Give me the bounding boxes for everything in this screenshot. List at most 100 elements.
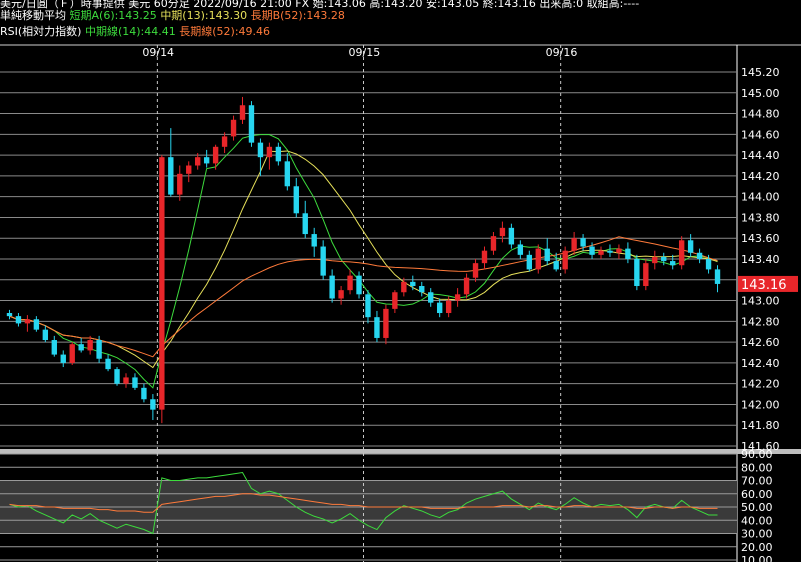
candle-body — [123, 377, 129, 384]
candle — [177, 165, 183, 201]
candle-body — [580, 238, 586, 247]
candle — [338, 286, 344, 305]
candle — [266, 142, 273, 170]
candle — [24, 315, 31, 332]
candle-body — [141, 387, 147, 400]
candle — [544, 238, 550, 266]
candle-body — [347, 275, 353, 291]
candle — [625, 242, 631, 264]
candle-body — [293, 186, 299, 214]
candle — [114, 367, 120, 386]
candles — [6, 96, 721, 424]
candle-body — [320, 246, 326, 276]
candle — [490, 231, 497, 255]
candle-body — [24, 319, 31, 324]
candle-body — [302, 213, 308, 235]
candle-body — [96, 340, 102, 359]
candle-body — [436, 302, 443, 314]
candle-body — [221, 136, 228, 147]
candle-body — [42, 329, 49, 341]
candle — [670, 254, 676, 270]
price-tick-label: 141.80 — [741, 419, 780, 432]
price-tick-label: 142.20 — [741, 378, 780, 391]
price-tick-label: 142.40 — [741, 357, 780, 370]
candle — [230, 115, 237, 141]
candle-body — [454, 294, 461, 301]
candle — [284, 153, 291, 191]
candle — [132, 373, 138, 390]
candle-body — [311, 234, 317, 247]
candle-body — [562, 250, 568, 270]
candle-body — [266, 146, 273, 158]
date-label: 09/14 — [142, 46, 174, 59]
candle-body — [598, 250, 604, 255]
candle — [535, 244, 541, 274]
candle — [616, 244, 622, 259]
candle-body — [705, 259, 712, 270]
candle — [392, 290, 398, 314]
candle — [481, 246, 488, 270]
candle-body — [526, 254, 532, 270]
candle — [42, 325, 49, 343]
candle-body — [508, 227, 515, 245]
candle — [356, 271, 362, 299]
candle-body — [517, 244, 524, 255]
price-tick-label: 142.80 — [741, 315, 780, 328]
date-label: 09/16 — [546, 46, 578, 59]
rsi-tick-label: 10.00 — [741, 554, 773, 562]
candle-body — [230, 119, 237, 137]
candle-body — [472, 263, 479, 278]
candle — [33, 316, 40, 332]
rsi-tick-label: 70.00 — [741, 475, 773, 488]
current-price-marker: 143.16 — [738, 275, 798, 293]
price-tick-label: 143.60 — [741, 232, 780, 245]
candle — [714, 265, 721, 293]
candle — [499, 221, 506, 243]
rsi-tick-label: 40.00 — [741, 514, 773, 527]
price-tick-label: 144.40 — [741, 149, 780, 162]
price-tick-label: 145.20 — [741, 66, 780, 79]
candle-body — [33, 319, 40, 330]
candle-body — [445, 300, 452, 314]
rsi-tick-label: 60.00 — [741, 488, 773, 501]
price-tick-label: 144.60 — [741, 128, 780, 141]
candle-body — [410, 281, 416, 287]
rsi-tick-label: 50.00 — [741, 501, 773, 514]
candle — [428, 288, 434, 307]
candle-body — [78, 344, 84, 351]
candle-body — [481, 250, 488, 264]
candle-body — [401, 281, 407, 293]
candle — [634, 254, 640, 291]
candle-body — [356, 275, 362, 295]
candle — [60, 350, 66, 368]
price-tick-label: 143.00 — [741, 295, 780, 308]
candle-body — [177, 173, 183, 195]
candle-body — [419, 286, 425, 293]
candle-body — [652, 256, 658, 264]
candle-body — [392, 292, 398, 309]
candle — [141, 383, 147, 403]
candle — [6, 309, 13, 320]
candle-body — [329, 275, 335, 299]
candle-body — [535, 248, 541, 270]
candle-body — [159, 157, 165, 410]
candle — [419, 281, 425, 297]
ma-long-line — [9, 236, 718, 358]
candle — [248, 101, 255, 147]
candle-body — [625, 248, 631, 259]
candle-body — [634, 259, 640, 287]
candle — [410, 275, 416, 291]
candle-body — [338, 290, 344, 299]
candle-body — [60, 354, 66, 363]
rsi-tick-label: 80.00 — [741, 461, 773, 474]
candle-body — [687, 240, 694, 253]
price-tick-label: 142.00 — [741, 398, 780, 411]
price-chart[interactable]: 09/14 09/15 09/16 145.20 145.00 144.80 144.60… — [0, 0, 801, 562]
candle-body — [678, 240, 685, 266]
candle — [78, 337, 84, 353]
candle — [454, 288, 461, 307]
candle-body — [186, 165, 192, 174]
price-tick-label: 145.00 — [741, 87, 780, 100]
candle-body — [6, 313, 13, 317]
candle — [607, 244, 613, 257]
